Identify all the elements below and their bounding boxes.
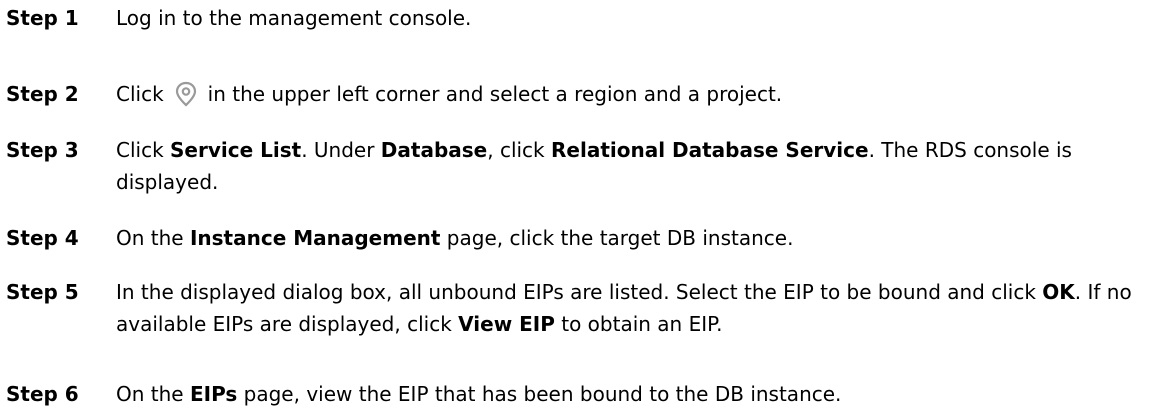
ui-term-service-list: Service List xyxy=(170,138,302,162)
step-label: Step 3 xyxy=(6,138,79,162)
step-3: Step 3 Click Service List. Under Databas… xyxy=(0,134,1166,198)
step-text: On the Instance Management page, click t… xyxy=(116,226,794,250)
step-label: Step 6 xyxy=(6,382,79,406)
ui-term-ok: OK xyxy=(1042,280,1075,304)
step-text: Click in the upper left corner and select… xyxy=(110,78,1166,110)
step-text: In the displayed dialog box, all unbound… xyxy=(116,280,1132,336)
step-1: Step 1 Log in to the management console. xyxy=(0,2,1166,34)
ui-term-eips: EIPs xyxy=(189,382,238,406)
step-label: Step 4 xyxy=(6,226,79,250)
step-label: Step 5 xyxy=(6,280,79,304)
step-5: Step 5 In the displayed dialog box, all … xyxy=(0,276,1166,340)
procedure-steps: Step 1 Log in to the management console.… xyxy=(0,0,1166,418)
ui-term-database: Database xyxy=(380,138,488,162)
ui-term-rds: Relational Database Service xyxy=(551,138,869,162)
step-2: Step 2 Click in the upper left corner and… xyxy=(0,78,1166,110)
step-label: Step 2 xyxy=(6,82,79,106)
step-text: Log in to the management console. xyxy=(116,6,472,30)
location-pin-icon xyxy=(172,79,200,109)
step-6: Step 6 On the EIPs page, view the EIP th… xyxy=(0,378,1166,410)
step-label: Step 1 xyxy=(6,6,79,30)
ui-term-view-eip: View EIP xyxy=(458,312,555,336)
step-4: Step 4 On the Instance Management page, … xyxy=(0,222,1166,254)
ui-term-instance-management: Instance Management xyxy=(189,226,441,250)
step-text: Click Service List. Under Database, clic… xyxy=(116,138,1072,194)
step-text: On the EIPs page, view the EIP that has … xyxy=(116,382,842,406)
